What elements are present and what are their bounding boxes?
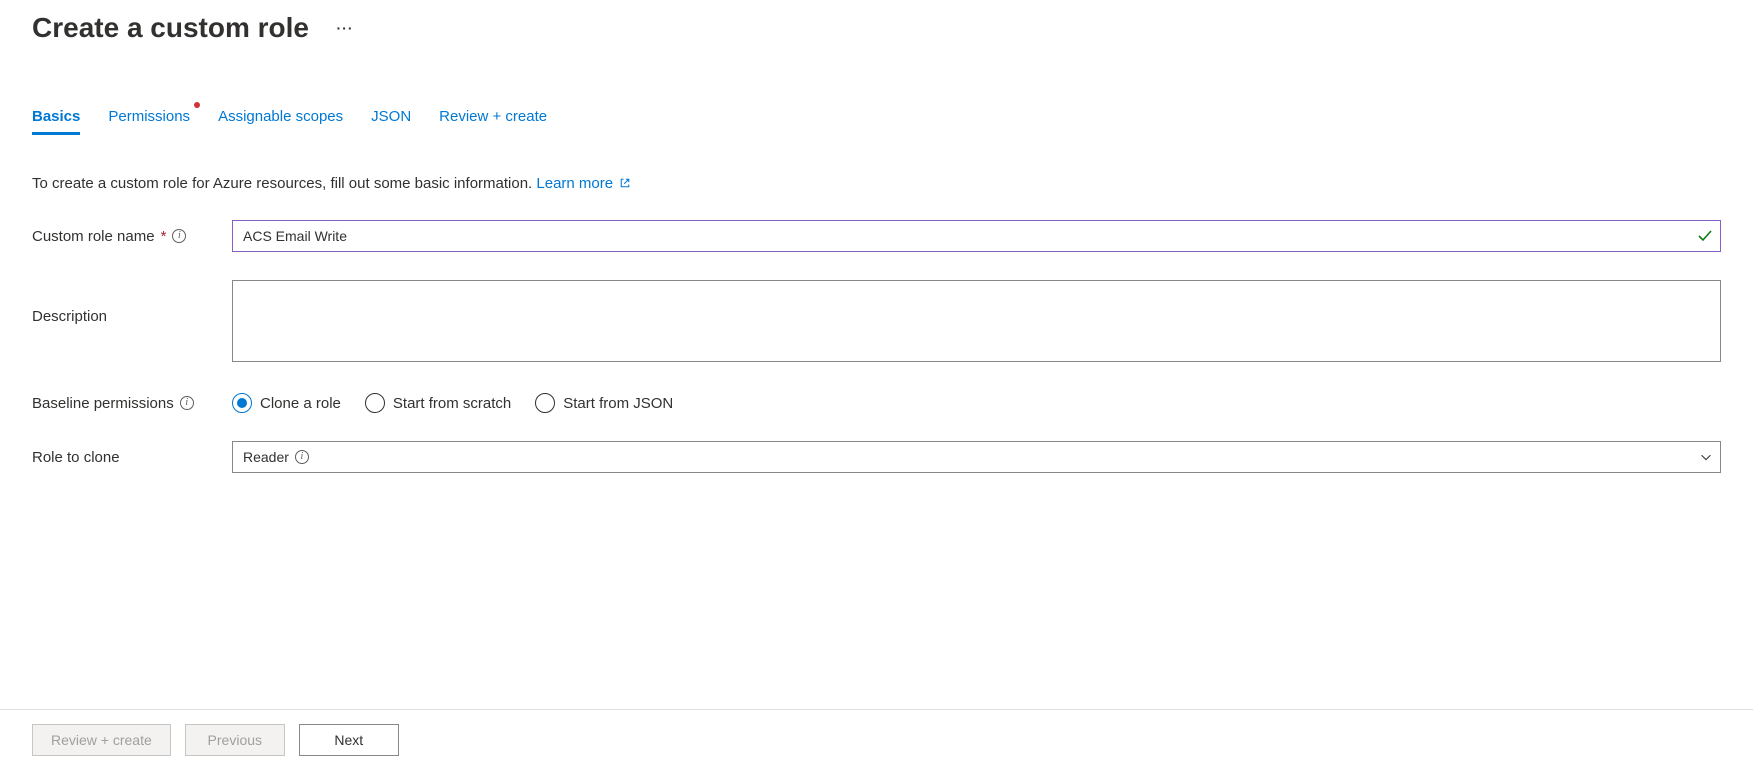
tab-label: Basics [32,108,80,125]
row-role-to-clone: Role to clone Reader i [32,441,1721,473]
label-role-to-clone: Role to clone [32,449,232,466]
description-input[interactable] [232,280,1721,362]
tab-label: Permissions [108,108,190,125]
learn-more-link[interactable]: Learn more [536,175,631,192]
review-create-button[interactable]: Review + create [32,724,171,756]
previous-button[interactable]: Previous [185,724,285,756]
radio-icon [232,393,252,413]
tab-dot-icon [194,102,200,108]
row-description: Description [32,280,1721,365]
radio-start-from-json[interactable]: Start from JSON [535,393,673,413]
more-icon[interactable]: ··· [333,16,357,40]
info-icon[interactable]: i [295,450,309,464]
tab-label: Assignable scopes [218,108,343,125]
page-title: Create a custom role [32,12,309,44]
form: Custom role name * i Description Baselin… [32,220,1721,473]
tab-label: JSON [371,108,411,125]
tab-json[interactable]: JSON [371,108,411,135]
tab-permissions[interactable]: Permissions [108,108,190,135]
role-name-input[interactable] [232,220,1721,252]
info-icon[interactable]: i [180,396,194,410]
chevron-down-icon [1699,450,1713,464]
row-role-name: Custom role name * i [32,220,1721,252]
required-asterisk: * [161,228,167,245]
checkmark-icon [1697,228,1713,244]
radio-label: Start from JSON [563,395,673,412]
label-role-name: Custom role name * i [32,228,232,245]
page-header: Create a custom role ··· [32,0,1721,52]
row-baseline: Baseline permissions i Clone a role Star… [32,393,1721,413]
label-baseline: Baseline permissions i [32,395,232,412]
role-to-clone-select[interactable]: Reader i [232,441,1721,473]
label-description: Description [32,280,232,325]
info-icon[interactable]: i [172,229,186,243]
footer: Review + create Previous Next [0,709,1753,774]
next-button[interactable]: Next [299,724,399,756]
external-link-icon [619,177,631,189]
intro-text: To create a custom role for Azure resour… [32,175,1721,192]
radio-clone-a-role[interactable]: Clone a role [232,393,341,413]
select-value: Reader [243,449,289,465]
radio-start-from-scratch[interactable]: Start from scratch [365,393,511,413]
baseline-radio-group: Clone a role Start from scratch Start fr… [232,393,673,413]
radio-icon [535,393,555,413]
intro-body: To create a custom role for Azure resour… [32,175,536,192]
tab-review-create[interactable]: Review + create [439,108,547,135]
radio-label: Clone a role [260,395,341,412]
tab-assignable-scopes[interactable]: Assignable scopes [218,108,343,135]
tabs: Basics Permissions Assignable scopes JSO… [32,108,1721,135]
tab-basics[interactable]: Basics [32,108,80,135]
tab-label: Review + create [439,108,547,125]
radio-label: Start from scratch [393,395,511,412]
radio-icon [365,393,385,413]
